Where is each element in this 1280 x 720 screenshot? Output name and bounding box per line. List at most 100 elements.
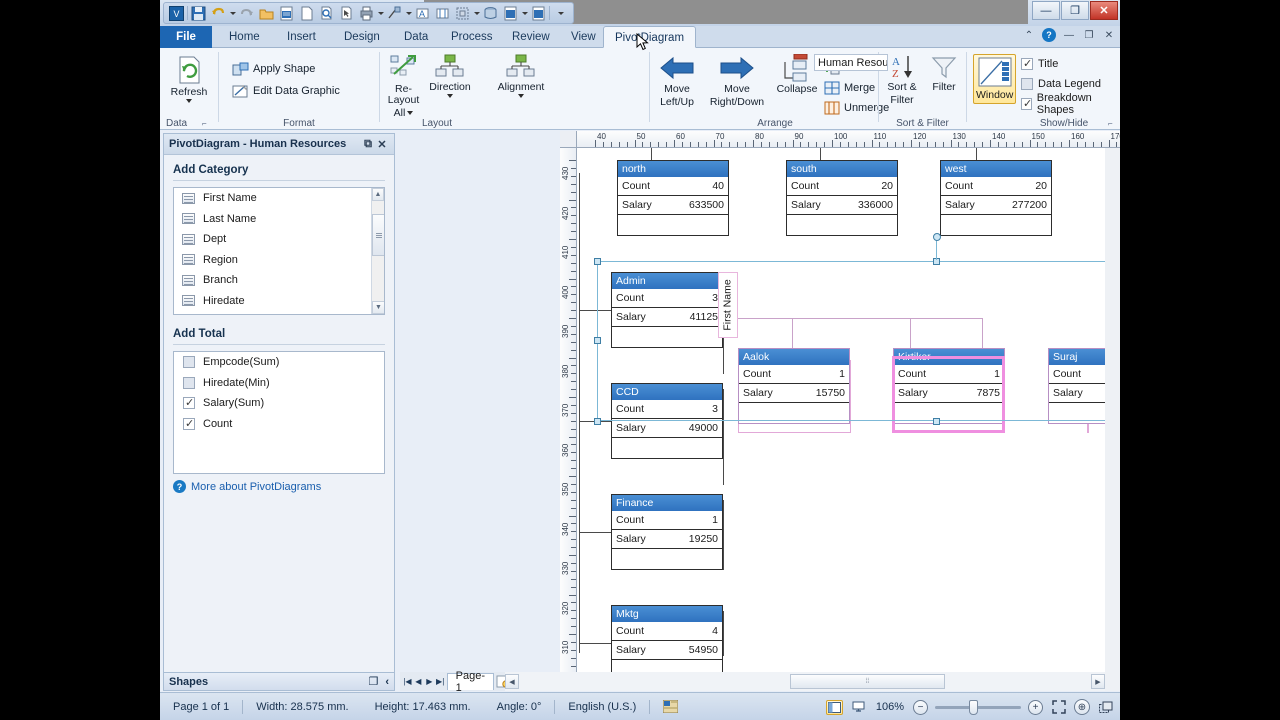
- text-tool-icon[interactable]: A: [413, 4, 432, 23]
- tab-design[interactable]: Design: [333, 26, 391, 48]
- visio-logo-icon[interactable]: V: [167, 4, 186, 23]
- page-tab-page-1[interactable]: Page-1: [446, 670, 494, 694]
- tab-review[interactable]: Review: [501, 26, 561, 48]
- undo-icon[interactable]: [209, 4, 228, 23]
- add-category-list[interactable]: First Name Last Name Dept Region Branch …: [173, 187, 385, 315]
- total-checkbox[interactable]: [183, 356, 195, 369]
- print-preview-icon[interactable]: [317, 4, 336, 23]
- window-restore-button[interactable]: ❐: [1061, 1, 1089, 20]
- category-list-scrollbar[interactable]: ▲ ▼: [371, 188, 384, 314]
- total-item-hiredate[interactable]: Hiredate(Min): [174, 373, 384, 394]
- hscroll-thumb[interactable]: ⦙⦙: [790, 674, 945, 689]
- selection-handle-top-left[interactable]: [594, 258, 601, 265]
- window-controls[interactable]: — ❐ ✕: [1032, 1, 1118, 20]
- help-icon[interactable]: ?: [1042, 28, 1056, 42]
- window-close-button[interactable]: ✕: [1090, 1, 1118, 20]
- category-item-dept[interactable]: Dept: [174, 229, 384, 250]
- tab-home[interactable]: Home: [218, 26, 271, 48]
- task-pane-restore-icon[interactable]: ⧉: [361, 137, 375, 151]
- selection-handle-bottom-left[interactable]: [594, 418, 601, 425]
- container-dropdown-icon[interactable]: [474, 11, 480, 15]
- ribbon-collapse-icon[interactable]: ⌃: [1022, 28, 1036, 42]
- total-item-empcode[interactable]: Empcode(Sum): [174, 352, 384, 373]
- total-item-count[interactable]: Count: [174, 414, 384, 435]
- shapes-collapse-icon[interactable]: ‹: [385, 676, 389, 688]
- zoom-in-button[interactable]: +: [1028, 699, 1043, 715]
- category-item-branch[interactable]: Branch: [174, 270, 384, 291]
- show-hide-dialog-launcher-icon[interactable]: ⌐: [1108, 119, 1117, 128]
- connector-tool-icon[interactable]: [385, 4, 404, 23]
- auto-align-icon[interactable]: [433, 4, 452, 23]
- add-total-list[interactable]: Empcode(Sum) Hiredate(Min) Salary(Sum) C…: [173, 351, 385, 474]
- tab-pivotdiagram[interactable]: PivotDiagram: [603, 26, 697, 48]
- group-selection-rectangle[interactable]: [597, 261, 1105, 421]
- direction-button[interactable]: Direction: [426, 51, 474, 119]
- tab-file[interactable]: File: [160, 26, 212, 48]
- relayout-all-dropdown-caret-icon[interactable]: [407, 110, 414, 115]
- fit-page-button[interactable]: [1050, 700, 1067, 715]
- edit-data-graphic-button[interactable]: Edit Data Graphic: [232, 81, 379, 101]
- zoom-slider-track[interactable]: [935, 699, 1021, 715]
- hscroll-right-icon[interactable]: ▶: [1091, 674, 1105, 689]
- shapes-panel-header[interactable]: Shapes ❐ ‹: [163, 672, 395, 691]
- page-next-button[interactable]: ▶: [425, 674, 434, 689]
- selection-handle-mid-left[interactable]: [594, 337, 601, 344]
- data-dialog-launcher-icon[interactable]: ⌐: [202, 119, 211, 128]
- print-icon[interactable]: [357, 4, 376, 23]
- direction-dropdown-caret-icon[interactable]: [447, 94, 453, 98]
- shape-data-icon[interactable]: [481, 4, 500, 23]
- ruler-corner[interactable]: [560, 131, 577, 148]
- tab-view[interactable]: View: [560, 26, 607, 48]
- selection-handle-bottom-center[interactable]: [933, 418, 940, 425]
- page-first-button[interactable]: |◀: [403, 674, 412, 689]
- task-pane-close-icon[interactable]: ✕: [375, 137, 389, 151]
- tab-process[interactable]: Process: [440, 26, 504, 48]
- save-icon[interactable]: [189, 4, 208, 23]
- scrollbar-thumb[interactable]: [372, 214, 384, 256]
- horizontal-ruler[interactable]: 4050607080901001101201301401501601701801…: [560, 131, 1120, 148]
- category-item-hiredate[interactable]: Hiredate: [174, 291, 384, 312]
- title-checkbox[interactable]: [1021, 57, 1033, 70]
- apply-shape-button[interactable]: Apply Shape: [232, 59, 379, 79]
- customize-quick-access-icon[interactable]: [551, 4, 570, 23]
- total-checkbox[interactable]: [183, 376, 195, 389]
- title-checkbox-row[interactable]: Title: [1021, 54, 1120, 74]
- category-item-region[interactable]: Region: [174, 250, 384, 271]
- canvas-horizontal-scrollbar[interactable]: ◀ ⦙⦙ ▶: [505, 672, 1105, 691]
- breakdown-shapes-checkbox-row[interactable]: Breakdown Shapes: [1021, 92, 1120, 116]
- shape-name-box[interactable]: Human Resou: [814, 54, 888, 71]
- shape-north[interactable]: north Count 40 Salary 633500: [617, 160, 729, 236]
- redo-icon[interactable]: [237, 4, 256, 23]
- doc-restore-icon[interactable]: ❐: [1082, 28, 1096, 42]
- page-prev-button[interactable]: ◀: [414, 674, 423, 689]
- scroll-down-arrow-icon[interactable]: ▼: [372, 301, 384, 314]
- move-right-down-button[interactable]: Move Right/Down: [704, 51, 770, 118]
- tab-insert[interactable]: Insert: [276, 26, 327, 48]
- container-icon[interactable]: [453, 4, 472, 23]
- new-page-icon[interactable]: [297, 4, 316, 23]
- breakdown-shapes-checkbox[interactable]: [1021, 97, 1032, 110]
- page-last-button[interactable]: ▶|: [436, 674, 445, 689]
- report-icon[interactable]: [529, 4, 548, 23]
- refresh-dropdown-caret-icon[interactable]: [186, 99, 192, 103]
- shape-finance[interactable]: Finance Count 1 Salary 19250: [611, 494, 723, 570]
- quick-access-toolbar[interactable]: V A: [163, 2, 574, 24]
- filter-button[interactable]: Filter: [924, 51, 964, 106]
- zoom-slider-thumb[interactable]: [969, 699, 978, 715]
- open-icon[interactable]: [257, 4, 276, 23]
- scroll-up-arrow-icon[interactable]: ▲: [372, 188, 384, 201]
- undo-dropdown-icon[interactable]: [230, 11, 236, 15]
- shape-mktg[interactable]: Mktg Count 4 Salary 54950: [611, 605, 723, 681]
- relayout-all-button[interactable]: Re-Layout All: [381, 51, 426, 119]
- tab-data[interactable]: Data: [393, 26, 439, 48]
- zoom-out-button[interactable]: −: [913, 699, 928, 715]
- normal-view-button[interactable]: [825, 699, 843, 715]
- move-left-up-button[interactable]: Move Left/Up: [650, 51, 704, 118]
- shape-west[interactable]: west Count 20 Salary 277200: [940, 160, 1052, 236]
- shapes-restore-icon[interactable]: ❐: [368, 675, 378, 688]
- refresh-dropdown-icon[interactable]: [522, 11, 528, 15]
- refresh-button[interactable]: Refresh: [162, 52, 216, 103]
- print-dropdown-icon[interactable]: [378, 11, 384, 15]
- hscroll-left-icon[interactable]: ◀: [505, 674, 519, 689]
- shape-south[interactable]: south Count 20 Salary 336000: [786, 160, 898, 236]
